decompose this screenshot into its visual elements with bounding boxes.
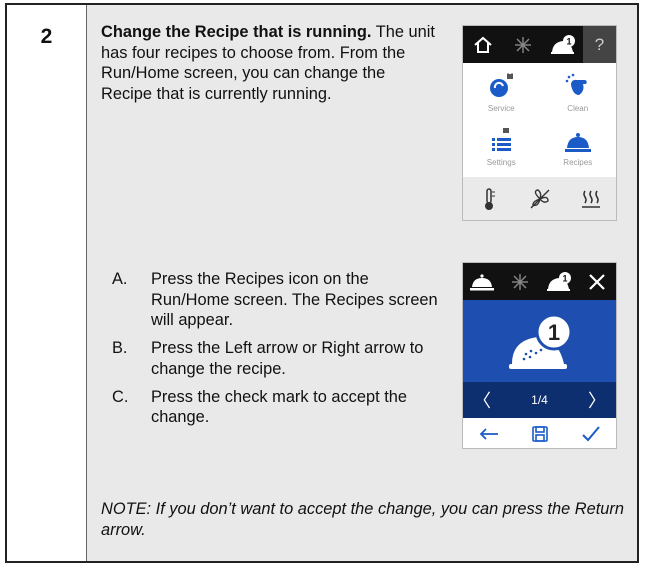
step-number-column: 2 [7, 5, 87, 561]
snowflake-icon [503, 26, 543, 63]
left-arrow-icon: 〈 [473, 391, 491, 411]
clean-tile: Clean [540, 63, 617, 117]
thermometer-icon [463, 187, 514, 211]
recipe-badge-icon: 1 [543, 26, 583, 63]
intro-paragraph: Change the Recipe that is running. The u… [101, 22, 436, 105]
settings-icon [492, 128, 512, 151]
heat-icon [565, 188, 616, 210]
step-text: Press the Left arrow or Right arrow to c… [151, 339, 424, 378]
recipe-display: 1 [463, 300, 616, 382]
return-arrow-icon [463, 426, 514, 442]
service-tile: Service [463, 63, 540, 117]
step-text: Press the Recipes icon on the Run/Home s… [151, 270, 438, 330]
home-bottombar [463, 177, 616, 220]
step-letter: B. [112, 339, 128, 358]
step-letter: C. [112, 387, 129, 406]
clean-icon [565, 73, 587, 95]
step-number: 2 [40, 25, 53, 48]
settings-tile: Settings [463, 117, 540, 171]
note-text: NOTE: If you don’t want to accept the ch… [101, 500, 624, 539]
clean-label: Clean [567, 104, 589, 113]
step-text: Press the check mark to accept the chang… [151, 387, 407, 427]
right-arrow-icon: 〉 [588, 391, 606, 411]
recipe-number: 1 [547, 320, 559, 345]
home-badge-number: 1 [566, 36, 571, 46]
recipes-screen-image: 1 1 〈 1/4 〉 [462, 262, 617, 449]
home-screen-image: 1 ? Service Clean Settings Recipes [462, 25, 617, 221]
instruction-table: 2 Change the Recipe that is running. The… [5, 3, 639, 563]
home-icon [463, 26, 503, 63]
recipe-navbar: 〈 1/4 〉 [463, 382, 616, 418]
home-tile-grid: Service Clean Settings Recipes [463, 63, 616, 171]
close-icon [578, 263, 616, 300]
fan-off-icon [514, 187, 565, 211]
snowflake-icon [501, 263, 539, 300]
step-content: Change the Recipe that is running. The u… [87, 5, 637, 561]
topbar-badge-number: 1 [562, 273, 567, 283]
recipes-icon [564, 133, 591, 152]
recipes-topbar: 1 [463, 263, 616, 300]
intro-title: Change the Recipe that is running. [101, 23, 372, 41]
settings-label: Settings [486, 158, 516, 167]
check-mark-icon [565, 425, 616, 443]
recipes-label: Recipes [563, 158, 593, 167]
save-icon [514, 425, 565, 443]
recipes-icon [463, 263, 501, 300]
page-indicator: 1/4 [531, 393, 548, 407]
step-letter: A. [112, 270, 128, 288]
recipe-dome-icon: 1 [508, 313, 572, 369]
step-item-c: C. Press the check mark to accept the ch… [112, 387, 442, 428]
step-item-a: A. Press the Recipes icon on the Run/Hom… [112, 269, 442, 331]
service-label: Service [487, 104, 515, 113]
step-item-b: B. Press the Left arrow or Right arrow t… [112, 338, 442, 379]
recipe-badge-icon: 1 [540, 263, 578, 300]
home-topbar: 1 ? [463, 26, 616, 63]
step-list: A. Press the Recipes icon on the Run/Hom… [112, 269, 442, 435]
recipes-tile: Recipes [540, 117, 617, 171]
service-icon [490, 73, 514, 97]
recipe-actionbar [463, 418, 616, 450]
help-icon: ? [583, 26, 616, 63]
